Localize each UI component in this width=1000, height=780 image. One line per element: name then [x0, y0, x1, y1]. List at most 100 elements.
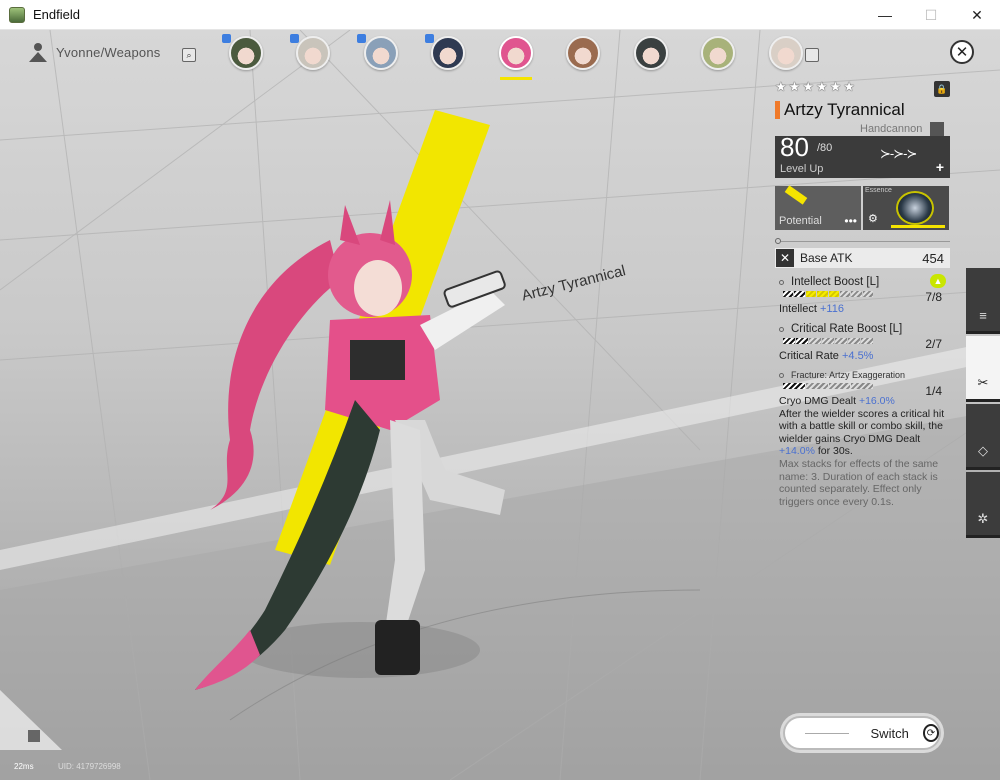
roster-slot-operator-4[interactable]: [415, 32, 483, 80]
weapon-name: Artzy Tyrannical: [784, 100, 905, 119]
skill-name-row: Critical Rate Boost [L]: [779, 323, 950, 335]
team-badge-icon: [222, 34, 231, 43]
menu-tab[interactable]: ≡: [966, 268, 1000, 334]
skill-stat-label: Intellect: [779, 303, 817, 315]
breakthrough-icon: ≻-≻-≻: [880, 146, 917, 161]
window-controls: — ☐ ✕: [862, 0, 1000, 30]
team-badge-icon: [289, 34, 299, 43]
skill-row[interactable]: Critical Rate Boost [L] 2/7 Critical Rate …: [775, 323, 950, 362]
skill-row[interactable]: Intellect Boost [L] 7/8 ▲ Intellect +116: [775, 274, 950, 315]
switch-button[interactable]: Switch ⟳: [783, 716, 941, 750]
weapon-tab[interactable]: ✂: [966, 336, 1000, 402]
switch-label: Switch: [870, 725, 909, 741]
fracture-skill[interactable]: Fracture: Artzy Exaggeration 1/4 Cryo DM…: [775, 370, 950, 508]
bar-segment: [783, 383, 805, 389]
window-title: Endfield: [33, 7, 80, 22]
roster-slot-operator-1[interactable]: [212, 32, 280, 80]
skill-stat-value: +116: [819, 303, 844, 315]
roster-slot-yvonne[interactable]: [482, 32, 550, 80]
avatar: [633, 36, 668, 70]
essence-button[interactable]: Essence ⚙: [863, 186, 949, 230]
weapon-level-max: /80: [817, 142, 833, 154]
breadcrumb[interactable]: Yvonne/Weapons: [26, 40, 160, 64]
bar-segment: [862, 291, 873, 297]
corner-menu-button[interactable]: [0, 680, 62, 750]
essence-image: [896, 191, 934, 225]
weapon-info-panel: ★ ★ ★ ★ ★ ★ 🔒 Artzy Tyrannical Handcannon 80 …: [775, 78, 950, 508]
skill-level: 2/7: [925, 337, 942, 351]
level-up-label: Level Up: [780, 163, 824, 175]
base-atk-row: ✕ Base ATK 454: [775, 248, 950, 268]
weapon-name-row: Artzy Tyrannical: [775, 100, 950, 120]
filter-button[interactable]: [805, 48, 819, 62]
fracture-name-row: Fracture: Artzy Exaggeration: [779, 370, 950, 380]
bar-segment: [828, 291, 839, 297]
breadcrumb-text: Yvonne/Weapons: [56, 44, 161, 60]
essence-tab[interactable]: ✲: [966, 472, 1000, 538]
star-icon: ★: [843, 78, 855, 94]
roster-slot-operator-7[interactable]: [617, 32, 685, 80]
bar-segment: [796, 338, 808, 344]
star-icon: ★: [775, 78, 787, 94]
roster-slot-operator-8[interactable]: [685, 32, 753, 80]
avatar: [296, 36, 331, 70]
level-up-button[interactable]: 80 /80 Level Up ≻-≻-≻ +: [775, 132, 950, 178]
divider: [775, 238, 950, 244]
bar-segment: [817, 291, 828, 297]
bar-segment: [828, 383, 851, 389]
bar-segment: [809, 338, 821, 344]
fracture-desc-2: for 30s.: [814, 445, 853, 458]
weapon-type: Handcannon: [860, 123, 923, 135]
fracture-name: Fracture: Artzy Exaggeration: [791, 370, 906, 380]
fracture-stat-label: Cryo DMG Dealt: [779, 395, 857, 407]
base-atk-label: Base ATK: [800, 251, 853, 265]
search-button[interactable]: ⌕: [182, 48, 196, 62]
window-titlebar: Endfield — ☐ ✕: [0, 0, 1000, 30]
lock-icon[interactable]: 🔒: [934, 81, 950, 97]
skill-stat-value: +4.5%: [841, 350, 874, 362]
bar-segment: [839, 291, 851, 297]
team-badge-icon: [424, 34, 434, 43]
hair-horn-right: [380, 200, 395, 245]
character-model[interactable]: [190, 110, 550, 710]
roster-slot-operator-3[interactable]: [347, 32, 415, 80]
fracture-description: Cryo DMG Dealt +16.0% After the wielder …: [779, 395, 949, 508]
switch-icon: ⟳: [922, 724, 939, 742]
bar-segment: [848, 338, 860, 344]
potential-essence-row: Potential ••• Essence ⚙: [775, 185, 950, 230]
skill-list: Intellect Boost [L] 7/8 ▲ Intellect +116 Cri…: [775, 274, 950, 362]
skill-name: Critical Rate Boost [L]: [791, 323, 903, 335]
gear-tab[interactable]: ◇: [966, 404, 1000, 470]
hair-horn-left: [340, 205, 360, 245]
bar-segment: [805, 291, 817, 297]
weapon-level: 80: [780, 132, 809, 162]
star-icon: ★: [788, 78, 801, 94]
avatar: [363, 36, 398, 70]
essence-bar: [891, 225, 945, 228]
roster-slot-operator-2[interactable]: [280, 32, 348, 80]
fracture-stat-value: +16.0%: [858, 395, 895, 407]
potential-button[interactable]: Potential •••: [775, 185, 861, 230]
avatar: [431, 36, 466, 70]
star-icon: ★: [802, 78, 814, 94]
skill-stat: Critical Rate +4.5%: [779, 350, 950, 362]
top: [350, 340, 405, 380]
skill-dot: [779, 326, 784, 332]
bar-segment: [822, 338, 834, 344]
ping-indicator: 22ms: [14, 762, 34, 771]
close-button[interactable]: ✕: [950, 40, 974, 64]
leg-standing: [385, 420, 425, 630]
fracture-desc-note: Max stacks for effects of the same name:…: [779, 457, 939, 508]
maximize-button[interactable]: ☐: [908, 0, 954, 30]
minimize-button[interactable]: —: [862, 0, 908, 30]
base-atk-value: 454: [922, 250, 944, 266]
bar-segment: [783, 291, 794, 297]
gear-icon: ⚙: [868, 213, 878, 225]
skill-level-bar: [783, 338, 873, 344]
roster-slot-operator-6[interactable]: [550, 32, 618, 80]
window-close-button[interactable]: ✕: [954, 0, 1000, 30]
more-icon: •••: [844, 214, 857, 228]
skill-name-row: Intellect Boost [L]: [779, 276, 950, 288]
side-tabs: ≡ ✂ ◇ ✲: [966, 268, 1000, 540]
skill-stat-label: Critical Rate: [779, 350, 839, 362]
